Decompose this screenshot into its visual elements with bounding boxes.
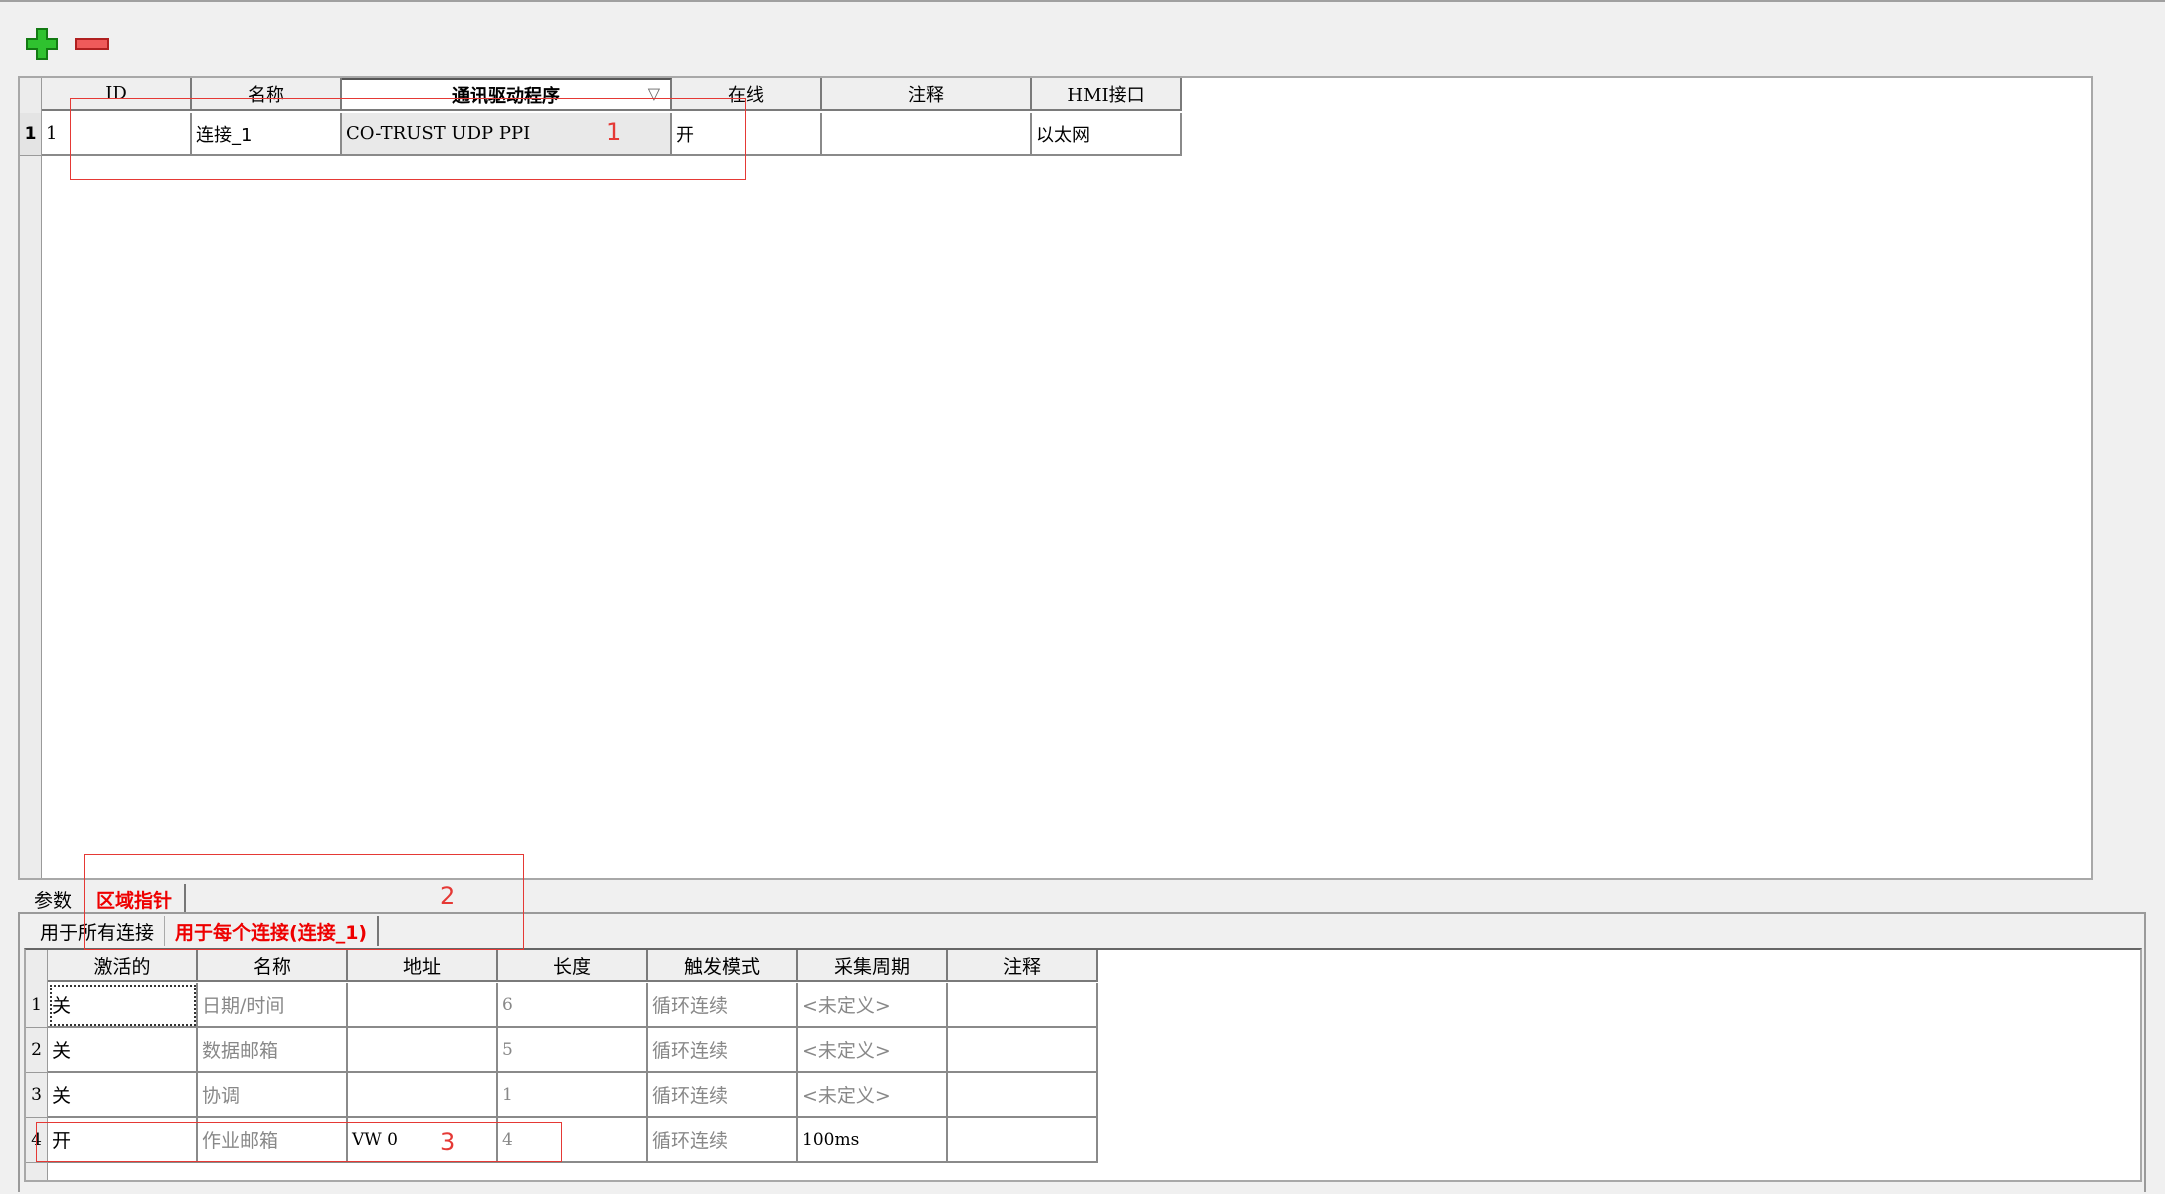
row-number[interactable]: 1 — [20, 113, 42, 156]
cell-address[interactable] — [348, 983, 498, 1028]
area-pointer-grid: 激活的 名称 地址 长度 触发模式 采集周期 注释 1 关 日期/时间 6 循环… — [24, 948, 2142, 1182]
header-name[interactable]: 名称 — [198, 950, 348, 982]
cell-comment[interactable] — [948, 1028, 1098, 1073]
row-number[interactable]: 1 — [26, 983, 48, 1028]
row-number[interactable]: 2 — [26, 1028, 48, 1073]
cell-comment[interactable] — [822, 113, 1032, 156]
cell-acquisition-cycle[interactable]: <未定义> — [798, 1028, 948, 1073]
cell-active[interactable]: 关 — [48, 1073, 198, 1118]
cell-online[interactable]: 开 — [672, 113, 822, 156]
cell-id[interactable]: 1 — [42, 113, 192, 156]
header-hmi-interface[interactable]: HMI接口 — [1032, 78, 1182, 111]
cell-driver[interactable]: CO-TRUST UDP PPI — [342, 113, 672, 156]
row-number[interactable]: 3 — [26, 1073, 48, 1118]
cell-trigger-mode[interactable]: 循环连续 — [648, 1028, 798, 1073]
cell-trigger-mode[interactable]: 循环连续 — [648, 1118, 798, 1163]
cell-name[interactable]: 协调 — [198, 1073, 348, 1118]
header-driver[interactable]: 通讯驱动程序 ▽ — [342, 78, 672, 111]
annotation-label-2: 2 — [440, 882, 456, 910]
header-online[interactable]: 在线 — [672, 78, 822, 111]
table-row[interactable]: 3 关 协调 1 循环连续 <未定义> — [26, 1073, 1098, 1118]
header-driver-label: 通讯驱动程序 — [452, 85, 560, 107]
tab-area-pointer[interactable]: 区域指针 — [84, 884, 187, 914]
cell-trigger-mode[interactable]: 循环连续 — [648, 1073, 798, 1118]
annotation-label-1: 1 — [606, 118, 622, 146]
remove-connection-button[interactable] — [74, 26, 110, 62]
header-comment[interactable]: 注释 — [822, 78, 1032, 111]
cell-acquisition-cycle[interactable]: 100ms — [798, 1118, 948, 1163]
header-trigger-mode[interactable]: 触发模式 — [648, 950, 798, 982]
cell-comment[interactable] — [948, 983, 1098, 1028]
cell-length[interactable]: 6 — [498, 983, 648, 1028]
header-active[interactable]: 激活的 — [48, 950, 198, 982]
cell-acquisition-cycle[interactable]: <未定义> — [798, 983, 948, 1028]
cell-active[interactable]: 开 — [48, 1118, 198, 1163]
cell-name[interactable]: 数据邮箱 — [198, 1028, 348, 1073]
cell-length[interactable]: 5 — [498, 1028, 648, 1073]
tab-all-connections[interactable]: 用于所有连接 — [30, 916, 164, 946]
area-pointer-header-row: 激活的 名称 地址 长度 触发模式 采集周期 注释 — [48, 950, 1098, 982]
cell-comment[interactable] — [948, 1118, 1098, 1163]
header-name[interactable]: 名称 — [192, 78, 342, 111]
table-row[interactable]: 1 1 连接_1 CO-TRUST UDP PPI 开 以太网 — [20, 113, 1182, 156]
sub-tabs: 用于所有连接 用于每个连接(连接_1) — [30, 916, 380, 946]
cell-name[interactable]: 连接_1 — [192, 113, 342, 156]
header-length[interactable]: 长度 — [498, 950, 648, 982]
minus-icon — [75, 38, 109, 50]
cell-trigger-mode[interactable]: 循环连续 — [648, 983, 798, 1028]
table-row[interactable]: 2 关 数据邮箱 5 循环连续 <未定义> — [26, 1028, 1098, 1073]
cell-comment[interactable] — [948, 1073, 1098, 1118]
cell-acquisition-cycle[interactable]: <未定义> — [798, 1073, 948, 1118]
cell-active[interactable]: 关 — [48, 983, 198, 1028]
toolbar — [24, 26, 110, 62]
tab-each-connection[interactable]: 用于每个连接(连接_1) — [164, 916, 380, 946]
cell-hmi-interface[interactable]: 以太网 — [1032, 113, 1182, 156]
cell-length[interactable]: 1 — [498, 1073, 648, 1118]
cell-name[interactable]: 日期/时间 — [198, 983, 348, 1028]
header-id[interactable]: ID — [42, 78, 192, 111]
table-row[interactable]: 1 关 日期/时间 6 循环连续 <未定义> — [26, 983, 1098, 1028]
row-number[interactable]: 4 — [26, 1118, 48, 1163]
connections-header-row: ID 名称 通讯驱动程序 ▽ 在线 注释 HMI接口 — [42, 78, 1182, 111]
dropdown-arrow-icon[interactable]: ▽ — [648, 84, 660, 103]
plus-icon — [26, 28, 58, 60]
row-header-column — [20, 78, 42, 878]
annotation-label-3: 3 — [440, 1128, 456, 1156]
header-comment[interactable]: 注释 — [948, 950, 1098, 982]
cell-address[interactable] — [348, 1073, 498, 1118]
connections-grid: ID 名称 通讯驱动程序 ▽ 在线 注释 HMI接口 1 1 连接_1 CO-T… — [18, 76, 2093, 880]
table-row[interactable]: 4 开 作业邮箱 VW 0 4 循环连续 100ms — [26, 1118, 1098, 1163]
header-acquisition-cycle[interactable]: 采集周期 — [798, 950, 948, 982]
main-tabs: 参数 区域指针 — [22, 884, 187, 914]
header-address[interactable]: 地址 — [348, 950, 498, 982]
cell-address[interactable]: VW 0 — [348, 1118, 498, 1163]
add-connection-button[interactable] — [24, 26, 60, 62]
cell-active[interactable]: 关 — [48, 1028, 198, 1073]
cell-address[interactable] — [348, 1028, 498, 1073]
cell-length[interactable]: 4 — [498, 1118, 648, 1163]
tab-params[interactable]: 参数 — [22, 884, 84, 914]
cell-name[interactable]: 作业邮箱 — [198, 1118, 348, 1163]
